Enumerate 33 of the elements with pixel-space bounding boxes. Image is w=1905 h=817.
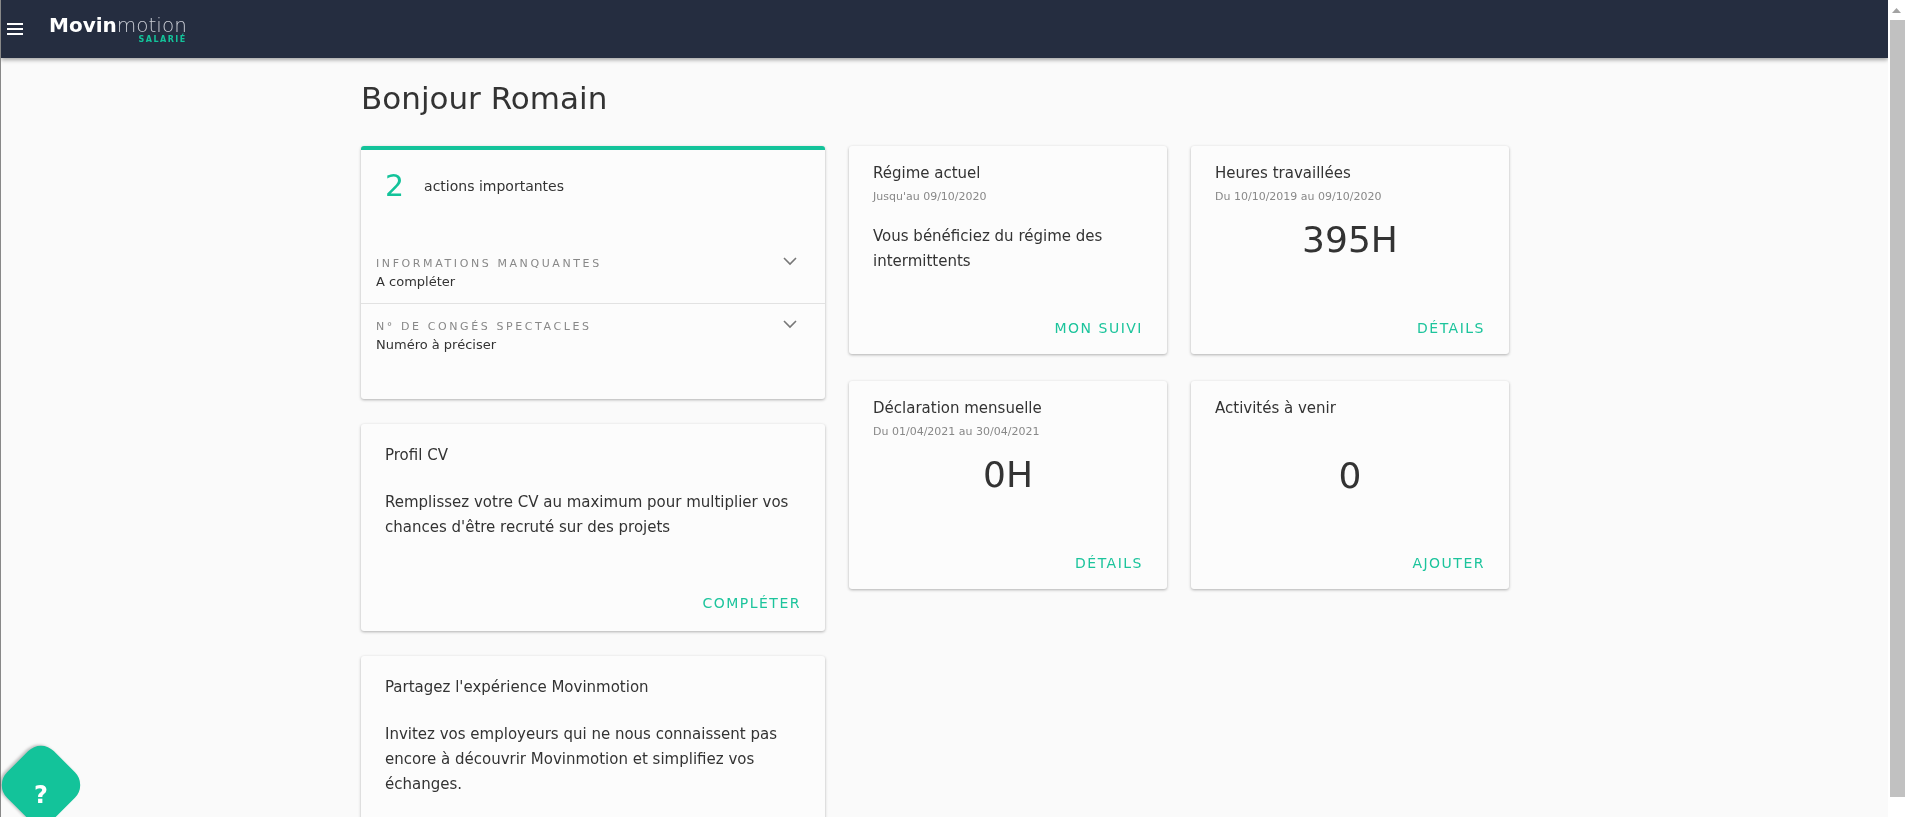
card-title: Activités à venir [1215,399,1337,417]
action-item-title: N° DE CONGÉS SPECTACLES [376,320,592,333]
action-item-subtitle: Numéro à préciser [376,337,498,352]
scroll-up-arrow-icon[interactable] [1892,7,1901,13]
card-title: Partagez l'expérience Movinmotion [385,678,650,696]
card-title: Régime actuel [873,164,982,182]
card-title: Profil CV [385,446,449,464]
stat-value: 395H [1301,219,1399,260]
action-item-title: INFORMATIONS MANQUANTES [376,257,602,270]
logo[interactable]: Movinmotion SALARIÉ [49,14,187,44]
greeting-heading: Bonjour Romain [361,80,609,116]
menu-icon [7,23,23,35]
actions-label: actions importantes [424,177,564,194]
card-title: Heures travaillées [1215,164,1352,182]
card-date-range: Jusqu'au 09/10/2020 [873,190,988,203]
card-action-button[interactable]: DÉTAILS [1075,551,1143,575]
card-action-button[interactable]: DÉTAILS [1417,316,1485,340]
card-text: Remplissez votre CV au maximum pour multiplier vos chances d'être recruté sur des projets [385,492,790,538]
menu-button[interactable] [5,21,25,37]
card-date-range: Du 01/04/2021 au 30/04/2021 [873,425,1041,438]
card-text: Invitez vos employeurs qui ne nous connaissent pas encore à découvrir Movinmotion et simplifiez vos échanges. [385,724,778,795]
stat-value: 0H [982,454,1034,495]
stat-value: 0 [1337,455,1363,496]
actions-count: 2 [385,168,405,203]
card-date-range: Du 10/10/2019 au 09/10/2020 [1215,190,1383,203]
card-text: Vous bénéficiez du régime des intermittents [873,226,1104,272]
card-action-button[interactable]: COMPLÉTER [702,591,801,615]
card-action-button[interactable]: MON SUIVI [1054,316,1143,340]
action-item-subtitle: A compléter [376,274,457,289]
action-item[interactable]: N° DE CONGÉS SPECTACLES Numéro à préciser [361,304,825,366]
card-title: Déclaration mensuelle [873,399,1043,417]
card-action-button[interactable]: AJOUTER [1412,551,1485,575]
action-item[interactable]: INFORMATIONS MANQUANTES A compléter [361,241,825,304]
